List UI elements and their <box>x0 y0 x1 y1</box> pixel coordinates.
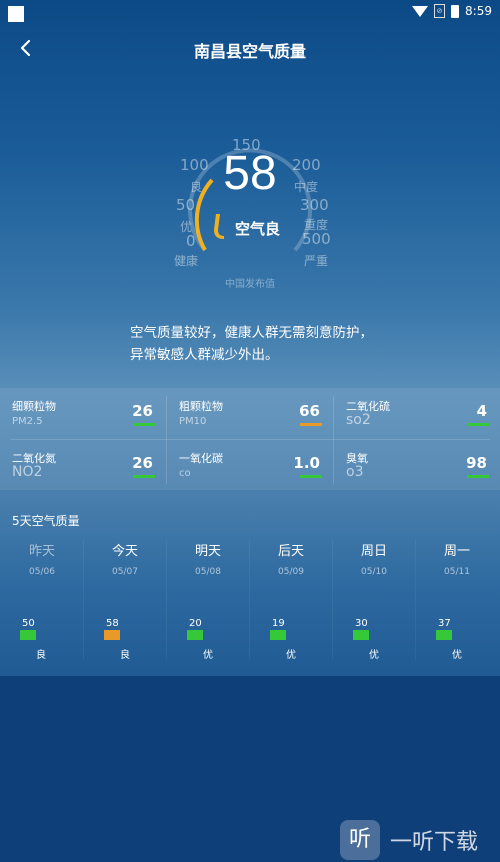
forecast-aqi-level: 良 <box>36 650 46 661</box>
forecast-day-date: 05/09 <box>278 567 304 577</box>
forecast-aqi-level: 良 <box>120 650 130 661</box>
status-icons: ⊘ 8:59 <box>412 4 492 18</box>
pollutant-pm10[interactable]: 粗颗粒物 PM10 66 <box>167 388 332 438</box>
forecast-day-monday[interactable]: 周一 05/11 <box>415 540 499 577</box>
pollutant-o3[interactable]: 臭氧 o3 98 <box>334 440 499 490</box>
pollutant-level-bar <box>300 475 322 478</box>
watermark-text: 一听下载 <box>390 830 479 855</box>
pollutant-level-bar <box>133 423 155 426</box>
forecast-day-sunday[interactable]: 周日 05/10 <box>332 540 416 577</box>
forecast-aqi-value: 37 <box>438 618 451 629</box>
forecast-day-date: 05/07 <box>112 567 138 577</box>
forecast-aqi-level: 优 <box>369 650 379 661</box>
pollutant-code: PM10 <box>179 416 207 427</box>
pollutant-name: 一氧化碳 <box>179 452 223 465</box>
aqi-level: 空气良 <box>235 220 281 238</box>
forecast-aqi-bar <box>436 630 452 640</box>
forecast-day-after-tomorrow[interactable]: 后天 05/09 <box>249 540 333 577</box>
forecast-aqi-bar <box>187 630 203 640</box>
forecast-aqi-value: 50 <box>22 618 35 629</box>
forecast-day-name: 昨天 <box>28 544 55 559</box>
forecast-day-tomorrow[interactable]: 明天 05/08 <box>166 540 250 577</box>
forecast-day-yesterday[interactable]: 昨天 05/06 <box>0 540 84 577</box>
pollutant-value: 26 <box>132 402 153 420</box>
forecast-day-date: 05/06 <box>29 567 55 577</box>
pollutant-value: 4 <box>476 402 487 420</box>
pollutant-level-bar <box>467 475 489 478</box>
data-source: 中国发布值 <box>225 279 275 290</box>
gauge-needle-icon <box>214 214 224 239</box>
pollutant-value: 26 <box>132 454 153 472</box>
forecast-aqi-value: 30 <box>355 618 368 629</box>
status-bar: ⊘ 8:59 <box>0 0 500 28</box>
wifi-icon <box>412 5 429 17</box>
watermark: 听 一听下载 <box>340 818 500 862</box>
pollutant-value: 1.0 <box>293 454 320 472</box>
forecast-aqi-bar <box>104 630 120 640</box>
forecast-aqi-level: 优 <box>286 650 296 661</box>
health-advice: 空气质量较好，健康人群无需刻意防护，异常敏感人群减少外出。 <box>130 325 373 363</box>
pollutant-code: PM2.5 <box>12 416 43 427</box>
forecast-aqi-value: 20 <box>189 618 202 629</box>
forecast-day-date: 05/10 <box>361 567 387 577</box>
pollutant-name: 细颗粒物 <box>12 400 56 413</box>
forecast-day-name: 明天 <box>194 544 221 559</box>
pollutant-code: o3 <box>346 464 364 480</box>
forecast-aqi-bar <box>353 630 369 640</box>
forecast-day-name: 周一 <box>443 544 470 559</box>
pollutant-so2[interactable]: 二氧化硫 so2 4 <box>334 388 499 438</box>
pollutant-code: NO2 <box>12 464 43 480</box>
battery-icon <box>451 4 460 18</box>
forecast-day-today[interactable]: 今天 05/07 <box>83 540 167 577</box>
forecast-aqi-level: 优 <box>452 650 462 661</box>
forecast-title: 5天空气质量 <box>12 514 80 528</box>
pollutant-level-bar <box>300 423 322 426</box>
aqi-value: 58 <box>223 147 277 200</box>
sim-icon: ⊘ <box>434 4 446 18</box>
notification-icon <box>8 6 24 22</box>
forecast-aqi-bar <box>270 630 286 640</box>
forecast-aqi-value: 58 <box>106 618 119 629</box>
forecast-day-date: 05/11 <box>444 567 470 577</box>
forecast-aqi-bar <box>20 630 36 640</box>
status-time: 8:59 <box>465 4 492 18</box>
pollutant-value: 66 <box>299 402 320 420</box>
tick-0-label: 健康 <box>174 254 199 268</box>
forecast-day-name: 今天 <box>111 544 138 559</box>
forecast-day-name: 后天 <box>277 544 304 559</box>
tick-0: 0 <box>186 232 196 250</box>
pollutant-co[interactable]: 一氧化碳 co 1.0 <box>167 440 332 490</box>
pollutant-level-bar <box>133 475 155 478</box>
pollutant-no2[interactable]: 二氧化氮 NO2 26 <box>0 440 165 490</box>
pollutant-value: 98 <box>466 454 487 472</box>
page-title: 南昌县空气质量 <box>193 42 306 61</box>
pollutant-level-bar <box>467 423 489 426</box>
forecast-day-date: 05/08 <box>195 567 221 577</box>
watermark-logo-icon: 听 <box>340 820 380 860</box>
tick-500-label: 严重 <box>304 254 329 268</box>
forecast-aqi-level: 优 <box>203 650 213 661</box>
forecast-aqi-value: 19 <box>272 618 285 629</box>
tick-500: 500 <box>302 230 331 248</box>
forecast-day-name: 周日 <box>360 544 387 559</box>
pollutant-pm25[interactable]: 细颗粒物 PM2.5 26 <box>0 388 165 438</box>
pollutant-code: so2 <box>346 412 371 428</box>
pollutant-code: co <box>179 468 191 479</box>
pollutant-name: 粗颗粒物 <box>179 400 223 413</box>
